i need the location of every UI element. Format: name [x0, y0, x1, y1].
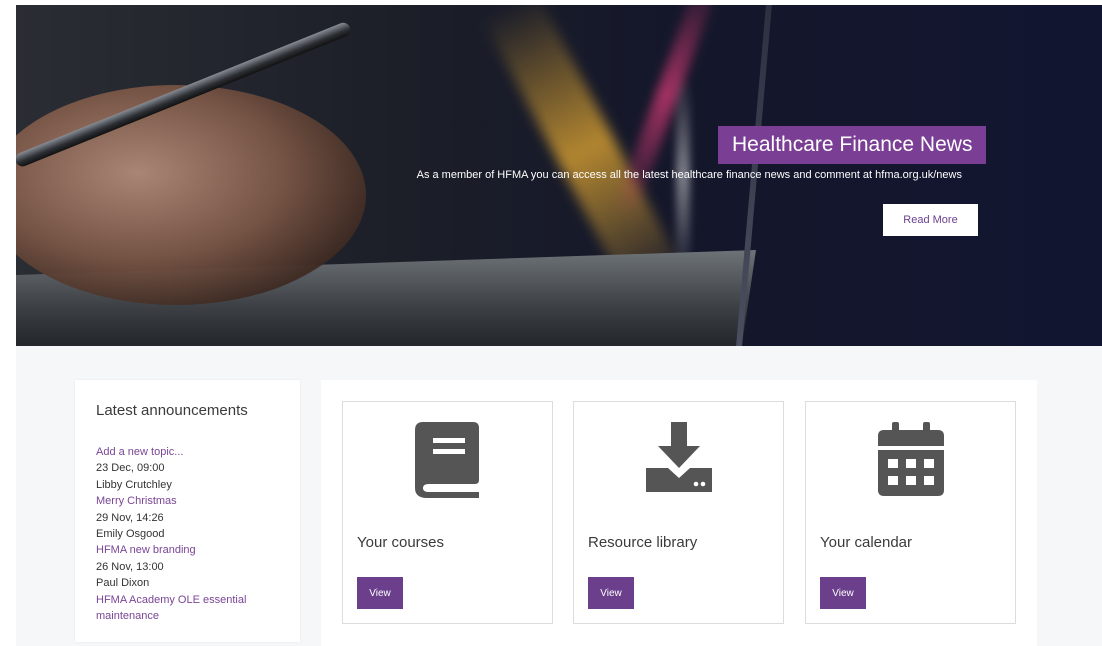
- announcement-link[interactable]: HFMA Academy OLE essential maintenance: [96, 592, 291, 625]
- tile-resource-library: Resource library View: [573, 401, 784, 624]
- announcement-link[interactable]: Merry Christmas: [96, 493, 291, 509]
- announcements-list: Add a new topic... 23 Dec, 09:00 Libby C…: [96, 444, 291, 624]
- view-courses-button[interactable]: View: [357, 577, 403, 609]
- list-item: 29 Nov, 14:26 Emily Osgood HFMA new bran…: [96, 510, 291, 559]
- announcement-date: 26 Nov, 13:00: [96, 560, 164, 573]
- tile-label: Resource library: [588, 534, 698, 551]
- tile-label: Your calendar: [820, 534, 913, 551]
- view-resources-button[interactable]: View: [588, 577, 634, 609]
- add-topic-link[interactable]: Add a new topic...: [96, 444, 291, 460]
- tile-your-calendar: Your calendar View: [805, 401, 1016, 624]
- list-item: 23 Dec, 09:00 Libby Crutchley Merry Chri…: [96, 460, 291, 509]
- tile-label: Your courses: [357, 534, 444, 551]
- hero-light-streak: [612, 5, 722, 221]
- dashboard-tiles: Your courses View Resource library View: [321, 380, 1037, 646]
- announcement-link[interactable]: HFMA new branding: [96, 542, 291, 558]
- announcement-author: Libby Crutchley: [96, 478, 172, 491]
- calendar-icon: [806, 422, 1015, 500]
- download-icon: [574, 422, 783, 500]
- book-icon: [343, 422, 552, 500]
- announcement-date: 23 Dec, 09:00: [96, 462, 165, 475]
- announcement-author: Paul Dixon: [96, 577, 150, 590]
- hero-banner: Healthcare Finance News As a member of H…: [16, 5, 1102, 346]
- read-more-button[interactable]: Read More: [883, 204, 978, 236]
- hero-description: As a member of HFMA you can access all t…: [416, 169, 962, 181]
- hero-title: Healthcare Finance News: [718, 126, 987, 164]
- tile-your-courses: Your courses View: [342, 401, 553, 624]
- announcements-card: Latest announcements Add a new topic... …: [75, 380, 300, 642]
- announcements-title: Latest announcements: [96, 402, 248, 419]
- view-calendar-button[interactable]: View: [820, 577, 866, 609]
- announcement-date: 29 Nov, 14:26: [96, 511, 164, 524]
- list-item: 26 Nov, 13:00 Paul Dixon HFMA Academy OL…: [96, 559, 291, 625]
- announcement-author: Emily Osgood: [96, 528, 165, 541]
